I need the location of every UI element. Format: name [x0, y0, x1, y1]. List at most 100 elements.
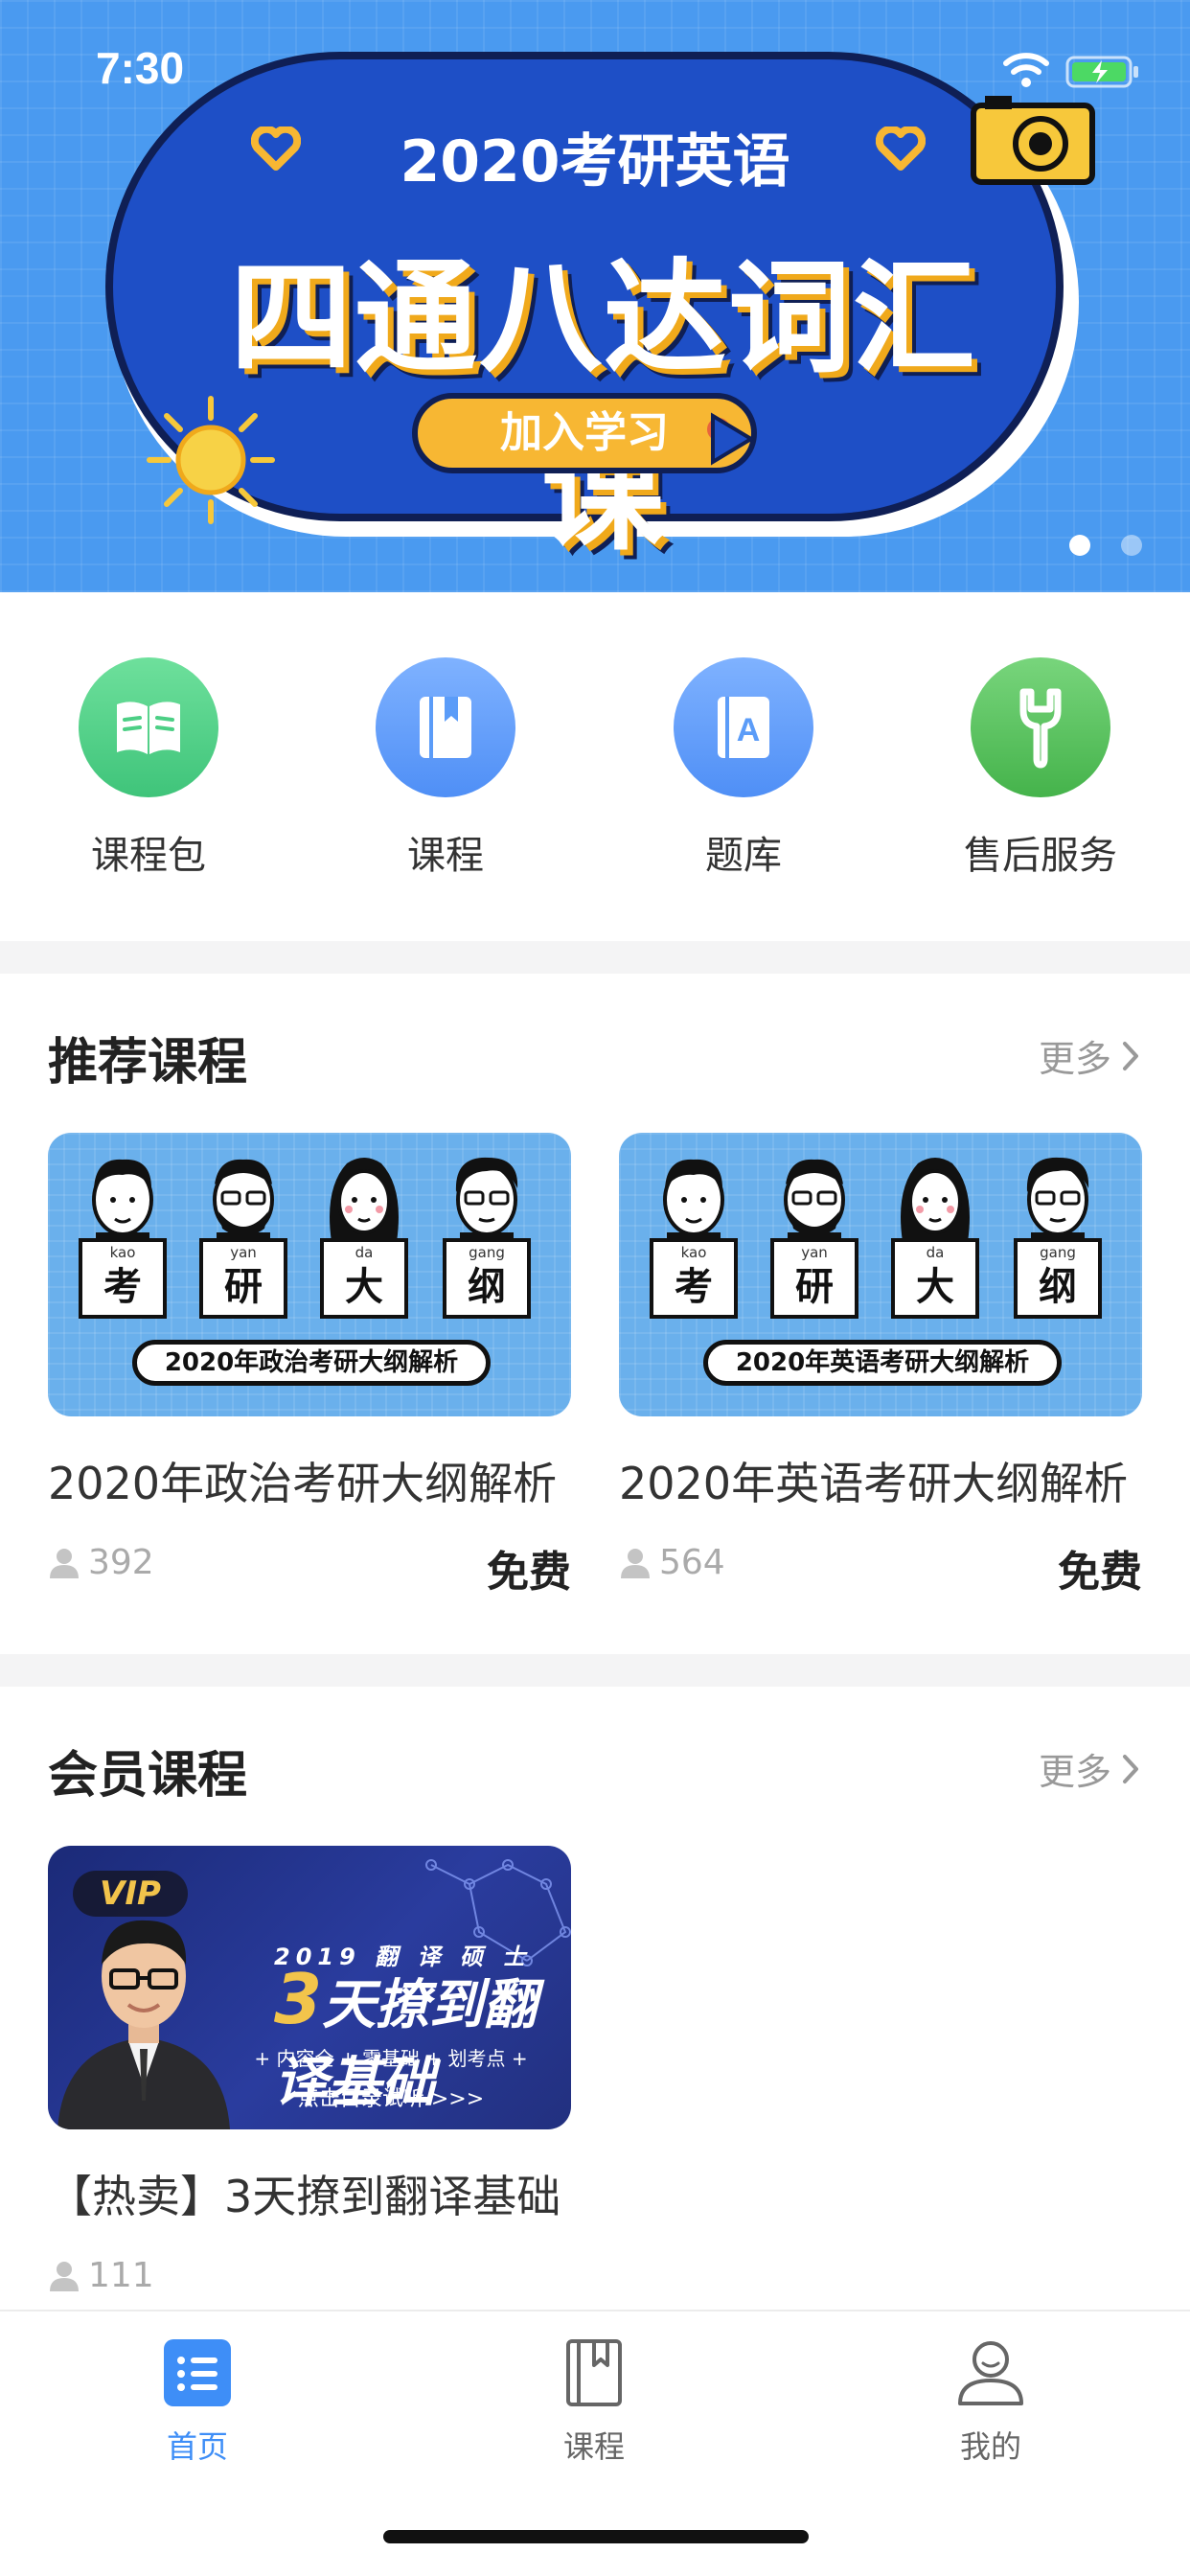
thumbnail-cta: 点击目录试听 >>> [297, 2087, 485, 2111]
sign-board: kao 考 [650, 1238, 738, 1319]
carousel-dot[interactable] [1121, 535, 1142, 556]
member-more-link[interactable]: 更多 [1039, 1742, 1140, 1795]
sign-char: 大 [345, 1265, 383, 1309]
course-title: 2020年英语考研大纲解析 [619, 1458, 1129, 1509]
cartoon-person-image [213, 1159, 274, 1246]
tab-profile[interactable]: 我的 [847, 2336, 1134, 2467]
sign-char: 纲 [468, 1265, 506, 1309]
vip-badge: VIP [73, 1871, 188, 1917]
play-icon [707, 412, 755, 466]
course-title: 2020年政治考研大纲解析 [48, 1458, 558, 1509]
course-price: 免费 [1058, 1548, 1142, 1597]
sign-char: 大 [916, 1265, 954, 1309]
sign-pinyin: yan [230, 1244, 257, 1261]
sign-pinyin: gang [469, 1244, 505, 1261]
tab-label: 首页 [166, 2428, 228, 2465]
sign-board: yan 研 [770, 1238, 858, 1319]
course-thumbnail: VIP 2019 翻 译 硕 士 3天撩到翻译基础 + 内容全 + 零基础 + … [48, 1846, 571, 2129]
cartoon-person-image [455, 1157, 518, 1246]
thumbnail-title-number: 3 [274, 1959, 323, 2039]
quick-item-question-bank[interactable]: A 题库 [638, 657, 849, 880]
banner-carousel[interactable]: 2020考研英语 四通八达词汇课 加入学习 7:30 [0, 0, 1190, 592]
student-count-value: 392 [88, 1543, 154, 1582]
sign-board: da 大 [320, 1238, 408, 1319]
course-price: 免费 [487, 1548, 571, 1597]
section-divider [0, 941, 1190, 974]
sign-pinyin: da [926, 1244, 945, 1261]
student-count-value: 564 [659, 1543, 725, 1582]
sign-pinyin: kao [109, 1244, 136, 1261]
battery-charging-icon [1065, 56, 1138, 88]
course-meta: 564 免费 [619, 1537, 1142, 1597]
quick-menu: 课程包 课程 A 题库 售后服务 [0, 592, 1190, 941]
cartoon-person-image [330, 1158, 399, 1242]
tab-label: 课程 [562, 2428, 625, 2465]
person-icon [50, 1548, 79, 1578]
sign-board: kao 考 [79, 1238, 167, 1319]
sign-board: gang 纲 [1014, 1238, 1102, 1319]
sign-char: 研 [795, 1265, 834, 1309]
wrench-icon [971, 657, 1110, 797]
tab-courses[interactable]: 课程 [450, 2336, 738, 2467]
chevron-right-icon [1123, 1754, 1138, 1783]
course-meta: 392 免费 [48, 1537, 571, 1597]
question-bank-icon: A [674, 657, 813, 797]
section-divider [0, 1654, 1190, 1687]
member-section-title: 会员课程 [48, 1747, 248, 1805]
sign-board: gang 纲 [443, 1238, 531, 1319]
svg-text:A: A [737, 712, 761, 748]
cartoon-person-image [92, 1159, 153, 1246]
home-indicator[interactable] [383, 2530, 809, 2543]
thumbnail-caption: 2020年政治考研大纲解析 [132, 1340, 491, 1386]
student-count: 564 [619, 1543, 725, 1582]
course-meta: 111 [48, 2250, 571, 2298]
course-thumbnail: kao 考 yan 研 da 大 gang 纲 2020年英语考研大纲解析 [619, 1133, 1142, 1416]
book-icon [450, 2336, 738, 2409]
cartoon-person-image [1026, 1157, 1089, 1246]
recommended-section-title: 推荐课程 [48, 1034, 248, 1092]
sun-icon [147, 396, 275, 524]
sign-pinyin: da [355, 1244, 374, 1261]
sign-char: 纲 [1039, 1265, 1077, 1309]
bookmark-book-icon [376, 657, 515, 797]
cartoon-person-image [784, 1159, 845, 1246]
sign-char: 研 [224, 1265, 263, 1309]
more-label: 更多 [1038, 1038, 1111, 1080]
sign-pinyin: gang [1040, 1244, 1076, 1261]
sign-board: yan 研 [199, 1238, 287, 1319]
course-card[interactable]: kao 考 yan 研 da 大 gang 纲 2020年英语考研大纲解析 20… [619, 1133, 1142, 1597]
quick-item-label: 售后服务 [964, 834, 1117, 878]
course-card[interactable]: kao 考 yan 研 da 大 gang 纲 2020年政治考研大纲解析 20… [48, 1133, 571, 1597]
home-list-icon [54, 2336, 341, 2409]
course-title: 【热卖】3天撩到翻译基础 [48, 2171, 561, 2222]
tab-home[interactable]: 首页 [54, 2336, 341, 2467]
chevron-right-icon [1123, 1041, 1138, 1070]
sign-char: 考 [675, 1265, 713, 1309]
quick-item-course-package[interactable]: 课程包 [43, 657, 254, 880]
quick-item-course[interactable]: 课程 [340, 657, 551, 880]
carousel-dot-active[interactable] [1069, 535, 1090, 556]
sign-board: da 大 [891, 1238, 979, 1319]
book-open-icon [79, 657, 218, 797]
status-bar: 7:30 [0, 0, 1190, 134]
quick-item-label: 课程包 [91, 834, 206, 878]
status-time: 7:30 [96, 43, 185, 93]
cartoon-person-image [901, 1158, 970, 1242]
user-icon [847, 2336, 1134, 2409]
student-count: 111 [48, 2256, 154, 2295]
course-thumbnail: kao 考 yan 研 da 大 gang 纲 2020年政治考研大纲解析 [48, 1133, 571, 1416]
quick-item-after-sales[interactable]: 售后服务 [935, 657, 1146, 880]
sign-pinyin: kao [680, 1244, 707, 1261]
cartoon-person-image [663, 1159, 724, 1246]
more-label: 更多 [1038, 1751, 1111, 1793]
wifi-icon [1003, 53, 1049, 87]
thumbnail-caption: 2020年英语考研大纲解析 [703, 1340, 1062, 1386]
sign-pinyin: yan [801, 1244, 828, 1261]
person-icon [50, 2261, 79, 2291]
sign-char: 考 [103, 1265, 142, 1309]
thumbnail-features: + 内容全 + 零基础 + 划考点 + [254, 2047, 528, 2070]
recommended-more-link[interactable]: 更多 [1039, 1029, 1140, 1082]
student-count: 392 [48, 1543, 154, 1582]
student-count-value: 111 [88, 2256, 154, 2295]
member-course-card[interactable]: VIP 2019 翻 译 硕 士 3天撩到翻译基础 + 内容全 + 零基础 + … [48, 1846, 571, 2298]
